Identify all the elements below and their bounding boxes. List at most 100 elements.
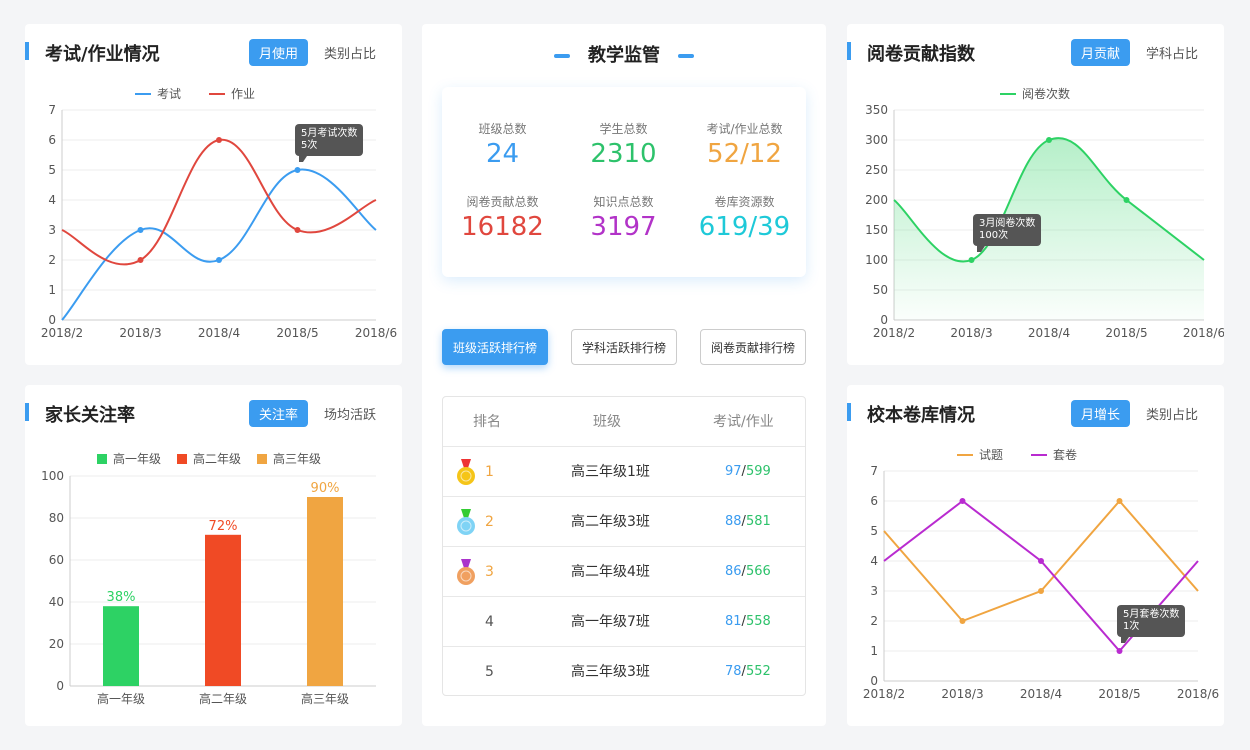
class-cell: 高三年级1班 [571, 464, 650, 480]
exam-hw-cell: 86/566 [725, 564, 771, 579]
rank-cell: 2 [485, 514, 494, 530]
parent-bar-chart: 0 20 40 60 80 100 38% 高一年级 72% 高二年级 90% 高三年级 [41, 469, 376, 706]
marking-area-chart: 0 50 100 150 200 250 300 350 2018/2 2018/3 2018/4 2… [865, 103, 1224, 340]
medal-icon [457, 459, 475, 485]
y-tick-label: 3 [870, 584, 878, 598]
header-rank: 排名 [473, 414, 501, 430]
table-header: 排名 班级 考试/作业 [443, 397, 805, 447]
y-tick-label: 5 [48, 163, 56, 177]
y-tick-label: 2 [48, 253, 56, 267]
x-tick-label: 2018/2 [863, 687, 905, 701]
exam-hw-cell: 78/552 [725, 664, 771, 679]
rank-cell: 5 [485, 664, 494, 680]
teaching-supervision-card: 教学监管 班级总数 24 学生总数 2310 考试/作业总数 52/12 阅卷贡献总数… [422, 24, 826, 726]
table-row[interactable]: 5 高三年级3班 78/552 [443, 647, 805, 697]
rank-cell: 3 [485, 564, 494, 580]
subject-activity-rank-button[interactable]: 学科活跃排行榜 [571, 329, 677, 365]
x-tick-label: 2018/4 [1028, 326, 1070, 340]
data-point [216, 257, 222, 263]
series-line [61, 168, 377, 321]
medal-icon [457, 509, 475, 535]
series-line [61, 138, 377, 266]
y-tick-label: 0 [56, 679, 64, 693]
y-tick-label: 200 [865, 193, 888, 207]
marking-contribution-rank-button[interactable]: 阅卷贡献排行榜 [700, 329, 806, 365]
x-tick-label: 高一年级 [97, 691, 145, 706]
y-tick-label: 4 [870, 554, 878, 568]
data-point [1116, 648, 1123, 654]
y-tick-label: 7 [48, 103, 56, 117]
data-point [294, 227, 301, 233]
header-exam-hw: 考试/作业 [713, 414, 774, 430]
exam-hw-cell: 97/599 [725, 464, 771, 479]
stat-knowledge-count: 知识点总数 3197 [590, 195, 657, 242]
y-tick-label: 5 [870, 524, 878, 538]
stat-bank-count: 卷库资源数 619/39 [698, 195, 791, 242]
medal-icon [457, 559, 475, 585]
y-tick-label: 4 [48, 193, 56, 207]
x-tick-label: 2018/3 [119, 326, 161, 340]
exam-line-chart: 0 1 2 3 4 5 6 7 2018/2 2018/3 2018/4 2018/5 2018/6 [41, 103, 397, 340]
parent-card: 家长关注率 关注率 场均活跃 高一年级 高二年级 高三年级 0 20 40 60 80 1… [25, 385, 402, 726]
x-tick-label: 2018/4 [1020, 687, 1062, 701]
center-title: 教学监管 [422, 41, 826, 67]
stat-marking-count: 阅卷贡献总数 16182 [461, 195, 544, 242]
title-dash-left [554, 54, 570, 58]
table-row[interactable]: 3 高二年级4班 86/566 [443, 547, 805, 597]
data-point [959, 498, 966, 504]
exam-card: 考试/作业情况 月使用 类别占比 考试 作业 0 1 2 3 4 5 6 7 2018/2 201… [25, 24, 402, 365]
series-area [894, 138, 1204, 320]
class-cell: 高一年级7班 [571, 614, 650, 630]
y-tick-label: 60 [49, 553, 64, 567]
stat-class-count: 班级总数 24 [478, 122, 527, 169]
bar-2 [205, 534, 241, 686]
class-cell: 高二年级4班 [571, 564, 650, 580]
x-tick-label: 高二年级 [199, 691, 247, 706]
bar-value-label: 72% [209, 519, 238, 534]
y-tick-label: 350 [865, 103, 888, 117]
class-activity-rank-button[interactable]: 班级活跃排行榜 [442, 329, 548, 365]
x-tick-label: 2018/6 [355, 326, 397, 340]
y-tick-label: 300 [865, 133, 888, 147]
x-tick-label: 2018/4 [198, 326, 240, 340]
y-tick-label: 100 [865, 253, 888, 267]
y-tick-label: 50 [873, 283, 888, 297]
exam-hw-cell: 81/558 [725, 614, 771, 629]
bar-value-label: 38% [107, 590, 136, 605]
y-tick-label: 2 [870, 614, 878, 628]
bank-card: 校本卷库情况 月增长 类别占比 试题 套卷 0 1 2 3 4 5 6 7 2018/2 2018… [847, 385, 1224, 726]
exam-hw-cell: 88/581 [725, 514, 771, 529]
data-point [1038, 558, 1044, 564]
y-tick-label: 100 [41, 469, 64, 483]
x-tick-label: 2018/3 [941, 687, 983, 701]
marking-tooltip: 3月阅卷次数 100次 [973, 214, 1042, 252]
y-tick-label: 80 [49, 511, 64, 525]
data-point [1038, 588, 1044, 594]
y-tick-label: 0 [880, 313, 888, 327]
stat-student-count: 学生总数 2310 [590, 122, 657, 169]
table-row[interactable]: 1 高三年级1班 97/599 [443, 447, 805, 497]
y-tick-label: 40 [49, 595, 64, 609]
bar-3 [307, 497, 343, 686]
rank-cell: 1 [485, 464, 494, 480]
bar-1 [103, 606, 139, 686]
title-dash-right [678, 54, 694, 58]
table-row[interactable]: 2 高二年级3班 88/581 [443, 497, 805, 547]
class-cell: 高二年级3班 [571, 514, 650, 530]
x-tick-label: 2018/5 [1105, 326, 1147, 340]
x-tick-label: 2018/2 [873, 326, 915, 340]
y-tick-label: 0 [48, 313, 56, 327]
bar-value-label: 90% [311, 481, 340, 496]
header-class: 班级 [593, 414, 621, 430]
exam-tooltip: 5月考试次数 5次 [295, 124, 364, 162]
stat-exam-hw-count: 考试/作业总数 52/12 [706, 122, 783, 169]
data-point [1046, 137, 1052, 143]
rank-cell: 4 [485, 614, 494, 630]
y-tick-label: 150 [865, 223, 888, 237]
x-tick-label: 高三年级 [301, 691, 349, 706]
x-tick-label: 2018/3 [950, 326, 992, 340]
x-tick-label: 2018/5 [276, 326, 318, 340]
table-row[interactable]: 4 高一年级7班 81/558 [443, 597, 805, 647]
data-point [1116, 498, 1123, 504]
y-tick-label: 1 [48, 283, 56, 297]
